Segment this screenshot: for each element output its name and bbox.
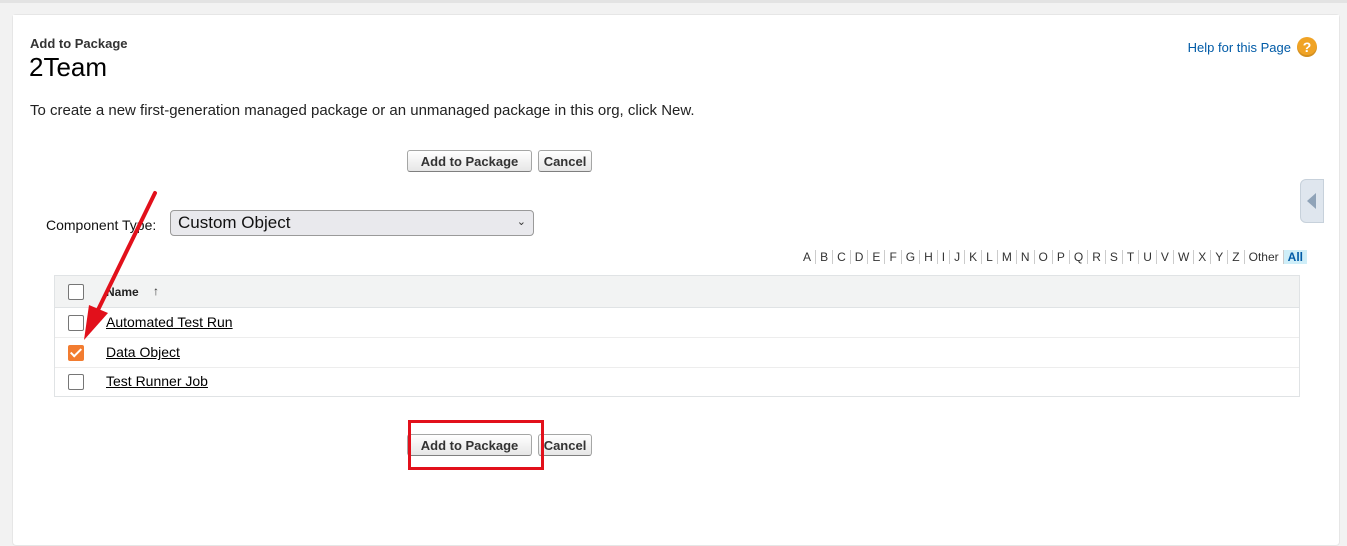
chevron-left-icon bbox=[1307, 193, 1316, 209]
column-header-name[interactable]: Name bbox=[106, 285, 139, 299]
alphabet-filter-r[interactable]: R bbox=[1087, 250, 1105, 264]
add-to-package-button-top[interactable]: Add to Package bbox=[407, 150, 532, 172]
component-type-select[interactable]: Custom Object ⌄ bbox=[170, 210, 534, 236]
table-row: Data Object bbox=[55, 337, 1299, 368]
alphabet-filter-y[interactable]: Y bbox=[1210, 250, 1227, 264]
alphabet-filter-x[interactable]: X bbox=[1193, 250, 1210, 264]
alphabet-filter-z[interactable]: Z bbox=[1227, 250, 1243, 264]
alphabet-filter-f[interactable]: F bbox=[884, 250, 900, 264]
alphabet-filter-t[interactable]: T bbox=[1121, 250, 1138, 264]
alphabet-filter-v[interactable]: V bbox=[1155, 250, 1173, 264]
breadcrumb: Add to Package bbox=[30, 36, 128, 51]
alphabet-filter-o[interactable]: O bbox=[1033, 250, 1052, 264]
alphabet-filter-other[interactable]: Other bbox=[1243, 250, 1283, 264]
row-checkbox[interactable] bbox=[68, 374, 84, 390]
alphabet-filter-c[interactable]: C bbox=[832, 250, 850, 264]
alphabet-filter-b[interactable]: B bbox=[815, 250, 832, 264]
help-link-group[interactable]: Help for this Page ? bbox=[1188, 37, 1317, 57]
alphabet-filter-u[interactable]: U bbox=[1138, 250, 1156, 264]
alphabet-filter-a[interactable]: A bbox=[799, 250, 815, 264]
alphabet-filter-s[interactable]: S bbox=[1104, 250, 1122, 264]
cancel-button-top[interactable]: Cancel bbox=[538, 150, 592, 172]
alphabet-filter-j[interactable]: J bbox=[949, 250, 964, 264]
alphabet-filter: A B C D E F G H I J K L M N O P Q R S T U V W X Y Z Other All bbox=[799, 250, 1307, 264]
alphabet-filter-m[interactable]: M bbox=[996, 250, 1016, 264]
question-icon[interactable]: ? bbox=[1297, 37, 1317, 57]
table-row: Automated Test Run bbox=[55, 307, 1299, 338]
top-border bbox=[0, 0, 1347, 3]
components-table: Name ↑ Automated Test Run Data Object Te… bbox=[54, 275, 1300, 397]
row-checkbox[interactable] bbox=[68, 345, 84, 361]
alphabet-filter-n[interactable]: N bbox=[1015, 250, 1034, 264]
alphabet-filter-d[interactable]: D bbox=[849, 250, 868, 264]
component-type-value: Custom Object bbox=[178, 213, 291, 232]
intro-text: To create a new first-generation managed… bbox=[30, 102, 695, 119]
component-type-label: Component Type: bbox=[46, 217, 157, 233]
alphabet-filter-q[interactable]: Q bbox=[1068, 250, 1087, 264]
alphabet-filter-p[interactable]: P bbox=[1051, 250, 1069, 264]
alphabet-filter-e[interactable]: E bbox=[867, 250, 884, 264]
cancel-button-bottom[interactable]: Cancel bbox=[538, 434, 592, 456]
alphabet-filter-i[interactable]: I bbox=[936, 250, 949, 264]
table-header: Name ↑ bbox=[55, 276, 1299, 308]
sidebar-collapse-tab[interactable] bbox=[1300, 179, 1324, 223]
highlight-box-annotation bbox=[408, 420, 544, 470]
page-title: 2Team bbox=[29, 52, 108, 82]
alphabet-filter-l[interactable]: L bbox=[981, 250, 997, 264]
alphabet-filter-g[interactable]: G bbox=[900, 250, 919, 264]
page-header: Add to Package 2Team Help for this Page … bbox=[13, 15, 1339, 119]
alphabet-filter-w[interactable]: W bbox=[1172, 250, 1193, 264]
component-link[interactable]: Test Runner Job bbox=[106, 373, 208, 389]
alphabet-filter-h[interactable]: H bbox=[919, 250, 937, 264]
select-all-checkbox[interactable] bbox=[68, 284, 84, 300]
chevron-down-icon: ⌄ bbox=[516, 216, 526, 228]
component-link[interactable]: Automated Test Run bbox=[106, 314, 233, 330]
help-link[interactable]: Help for this Page bbox=[1188, 40, 1291, 55]
component-link[interactable]: Data Object bbox=[106, 344, 180, 360]
main-panel: Add to Package 2Team Help for this Page … bbox=[12, 14, 1340, 546]
sort-ascending-icon[interactable]: ↑ bbox=[153, 284, 159, 298]
alphabet-filter-k[interactable]: K bbox=[964, 250, 981, 264]
row-checkbox[interactable] bbox=[68, 315, 84, 331]
table-row: Test Runner Job bbox=[55, 367, 1299, 397]
alphabet-filter-all[interactable]: All bbox=[1282, 250, 1307, 264]
